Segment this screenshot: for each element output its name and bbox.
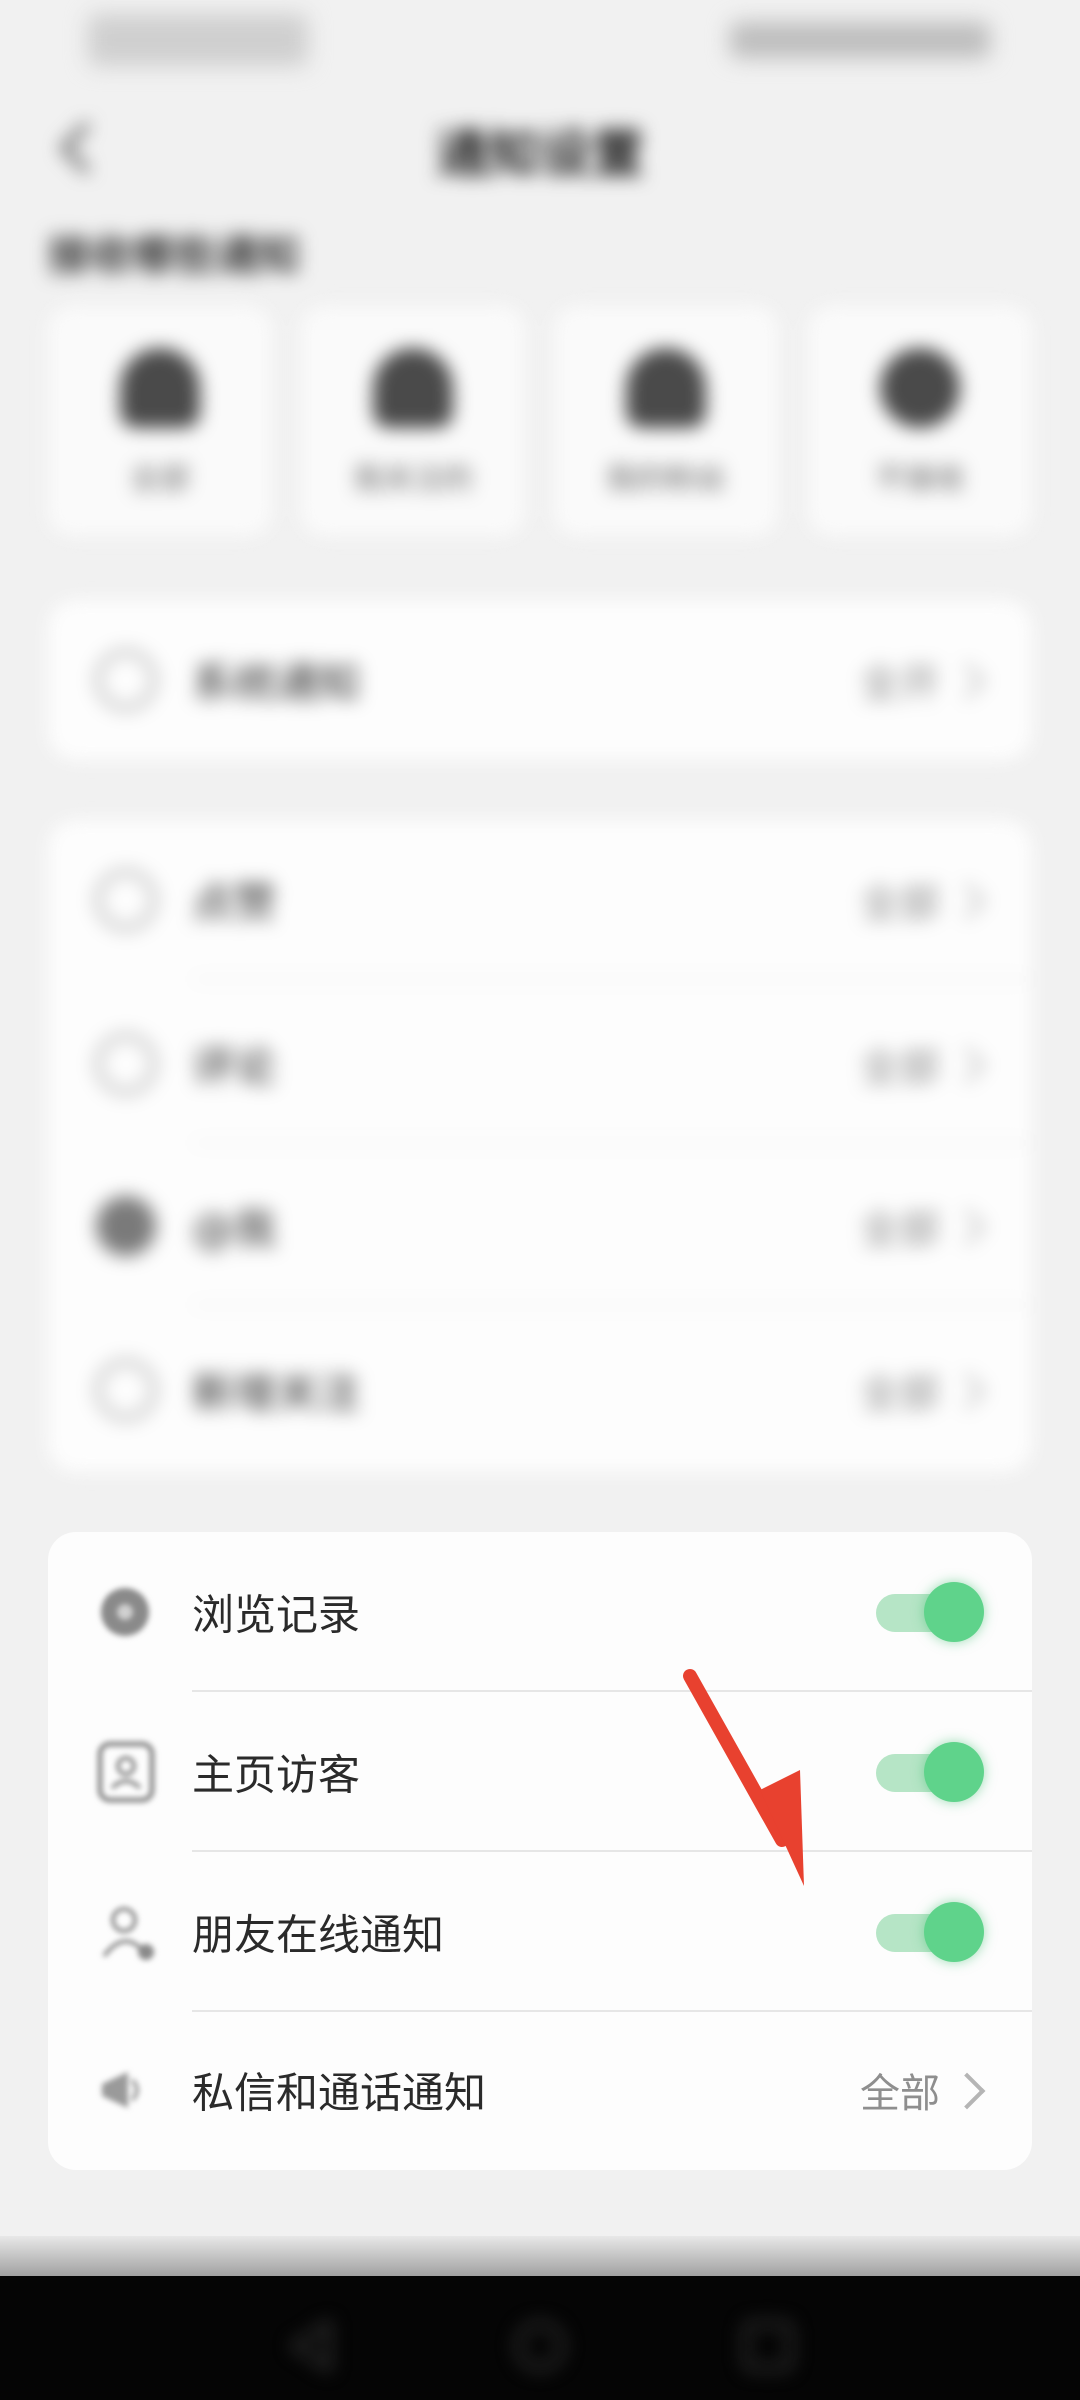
row-value: 全部 [860,881,940,927]
person-group-icon [120,348,200,428]
person-online-icon [102,1907,154,1960]
chevron-right-icon [948,1208,986,1246]
scope-card-all[interactable]: 全部 [48,306,272,536]
row-label: 主页访客 [192,1750,361,1800]
status-bar [0,0,1080,80]
status-bar-left [88,14,308,66]
megaphone-icon [102,2072,139,2108]
profile-visitor-row[interactable]: 主页访客 [48,1692,1032,1852]
row-value: 全部 [860,1207,940,1253]
notification-scope-cards: 全部 我关注的 我的粉丝 不接收 [48,306,1032,536]
row-label: 点赞 [192,878,277,928]
at-icon [96,1196,156,1256]
toggle-knob [924,1742,984,1802]
scope-card-following[interactable]: 我关注的 [301,306,525,536]
nav-recents-icon[interactable] [738,2316,798,2376]
person-off-icon [880,348,960,428]
follower-icon [96,1360,156,1420]
status-bar-indicators [730,22,990,58]
row-label: 朋友在线通知 [192,1910,445,1960]
scope-card-fans[interactable]: 我的粉丝 [554,306,778,536]
divider [192,1142,1032,1144]
toggle-knob [924,1902,984,1962]
like-row[interactable]: 点赞 全部 [48,820,1032,980]
eye-icon [101,1588,149,1636]
toggle-knob [924,1582,984,1642]
nav-home-icon[interactable] [510,2316,570,2376]
other-notification-panel: 浏览记录 主页访客 朋友在线通知 私信和通话通知 全部 [48,1532,1032,2170]
profile-card-icon [97,1741,155,1803]
comment-icon [96,1034,156,1094]
row-label: 浏览记录 [192,1590,361,1640]
section-title: 接收哪些通知 [48,231,301,280]
system-notification-panel: 系统通知 全开 [48,600,1032,760]
profile-visitor-toggle[interactable] [876,1742,984,1802]
heart-icon [96,870,156,930]
row-label: 评论 [192,1042,277,1092]
friend-online-row[interactable]: 朋友在线通知 [48,1852,1032,2012]
browse-history-row[interactable]: 浏览记录 [48,1532,1032,1692]
divider [192,1304,1032,1306]
interaction-notification-panel: 点赞 全部 评论 全部 @我 全部 新增关注 全部 [48,820,1032,1472]
row-label: @我 [192,1204,277,1254]
chevron-right-icon [948,662,986,700]
browse-history-toggle[interactable] [876,1582,984,1642]
chevron-right-icon [948,1046,986,1084]
clock-icon [96,650,156,710]
divider [192,978,1032,980]
row-value: 全部 [860,1045,940,1091]
mention-row[interactable]: @我 全部 [48,1146,1032,1306]
chevron-right-icon [948,1372,986,1410]
row-label: 新增关注 [192,1368,361,1418]
system-notification-row[interactable]: 系统通知 全开 [48,600,1032,760]
row-value: 全开 [860,661,940,707]
scope-card-none[interactable]: 不接收 [808,306,1032,536]
scope-card-label: 全部 [130,462,190,497]
chevron-right-icon [948,882,986,920]
message-call-row[interactable]: 私信和通话通知 全部 [48,2010,1032,2170]
chevron-right-icon [948,2072,986,2110]
scope-card-label: 我关注的 [353,462,473,497]
new-follower-row[interactable]: 新增关注 全部 [48,1310,1032,1470]
nav-back-icon[interactable] [282,2316,342,2376]
page-title: 通知设置 [435,125,644,185]
friend-online-toggle[interactable] [876,1902,984,1962]
row-value: 全部 [860,1371,940,1417]
row-label: 私信和通话通知 [192,2068,487,2118]
row-value: 全部 [860,2071,940,2117]
row-label: 系统通知 [192,658,361,708]
comment-row[interactable]: 评论 全部 [48,984,1032,1144]
nav-fade [0,2236,1080,2280]
person-icon [373,348,453,428]
person-icon [626,348,706,428]
scope-card-label: 不接收 [875,462,965,497]
scope-card-label: 我的粉丝 [606,462,726,497]
